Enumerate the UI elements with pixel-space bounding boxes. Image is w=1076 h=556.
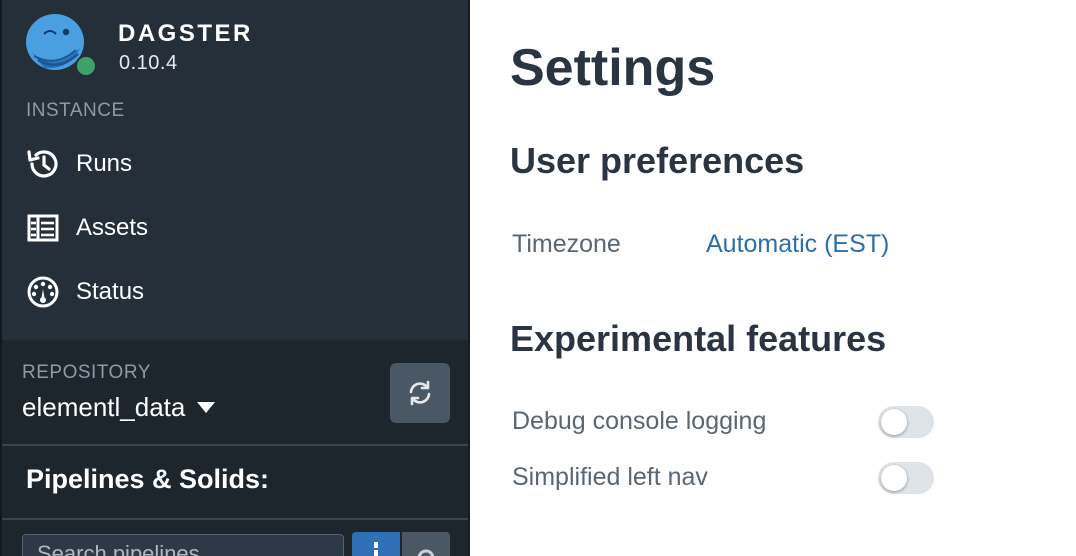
divider xyxy=(2,518,470,520)
repository-select-value: elementl_data xyxy=(22,391,186,422)
simplified-left-nav-label: Simplified left nav xyxy=(512,463,708,491)
timezone-label: Timezone xyxy=(512,230,621,258)
pipelines-section-title: Pipelines & Solids: xyxy=(26,464,270,494)
nav-item-label: Status xyxy=(76,278,145,305)
experimental-features-heading: Experimental features xyxy=(510,318,887,359)
brand-version: 0.10.4 xyxy=(119,52,178,74)
repository-select[interactable]: elementl_data xyxy=(22,390,216,424)
dashboard-icon xyxy=(24,273,62,311)
search-pipelines-input[interactable] xyxy=(22,534,344,556)
pipelines-view-button[interactable] xyxy=(352,532,400,556)
dagster-logo-icon xyxy=(26,14,96,77)
repository-panel: REPOSITORY elementl_data Pipelines & Sol… xyxy=(2,340,470,556)
nav-item-label: Runs xyxy=(76,150,133,177)
nav-item-assets[interactable]: Assets xyxy=(24,206,444,250)
history-icon xyxy=(24,145,62,183)
divider xyxy=(2,444,470,446)
page-title: Settings xyxy=(510,39,716,97)
left-nav: DAGSTER 0.10.4 INSTANCE Runs Assets Stat… xyxy=(0,0,470,556)
timezone-select[interactable]: Automatic (EST) xyxy=(706,230,889,259)
simplified-left-nav-toggle[interactable] xyxy=(878,462,934,494)
solids-view-button[interactable] xyxy=(402,532,450,556)
hierarchy-icon xyxy=(374,542,378,556)
solid-icon xyxy=(417,549,435,556)
reload-repository-button[interactable] xyxy=(390,363,450,423)
refresh-icon xyxy=(409,380,431,406)
brand-header: DAGSTER 0.10.4 xyxy=(24,12,424,80)
nav-item-label: Assets xyxy=(76,214,149,241)
instance-section-label: INSTANCE xyxy=(26,100,125,121)
settings-page: Settings User preferences Timezone Autom… xyxy=(470,0,1076,556)
caret-down-icon xyxy=(197,401,216,413)
nav-item-runs[interactable]: Runs xyxy=(24,142,444,186)
brand-name: DAGSTER xyxy=(118,20,253,47)
debug-console-logging-toggle[interactable] xyxy=(878,406,934,438)
toggle-knob xyxy=(881,409,907,435)
nav-item-status[interactable]: Status xyxy=(24,270,444,314)
toggle-knob xyxy=(881,465,907,491)
repository-section-label: REPOSITORY xyxy=(22,362,151,383)
debug-console-logging-label: Debug console logging xyxy=(512,407,767,435)
user-preferences-heading: User preferences xyxy=(510,140,805,181)
table-icon xyxy=(24,209,62,247)
